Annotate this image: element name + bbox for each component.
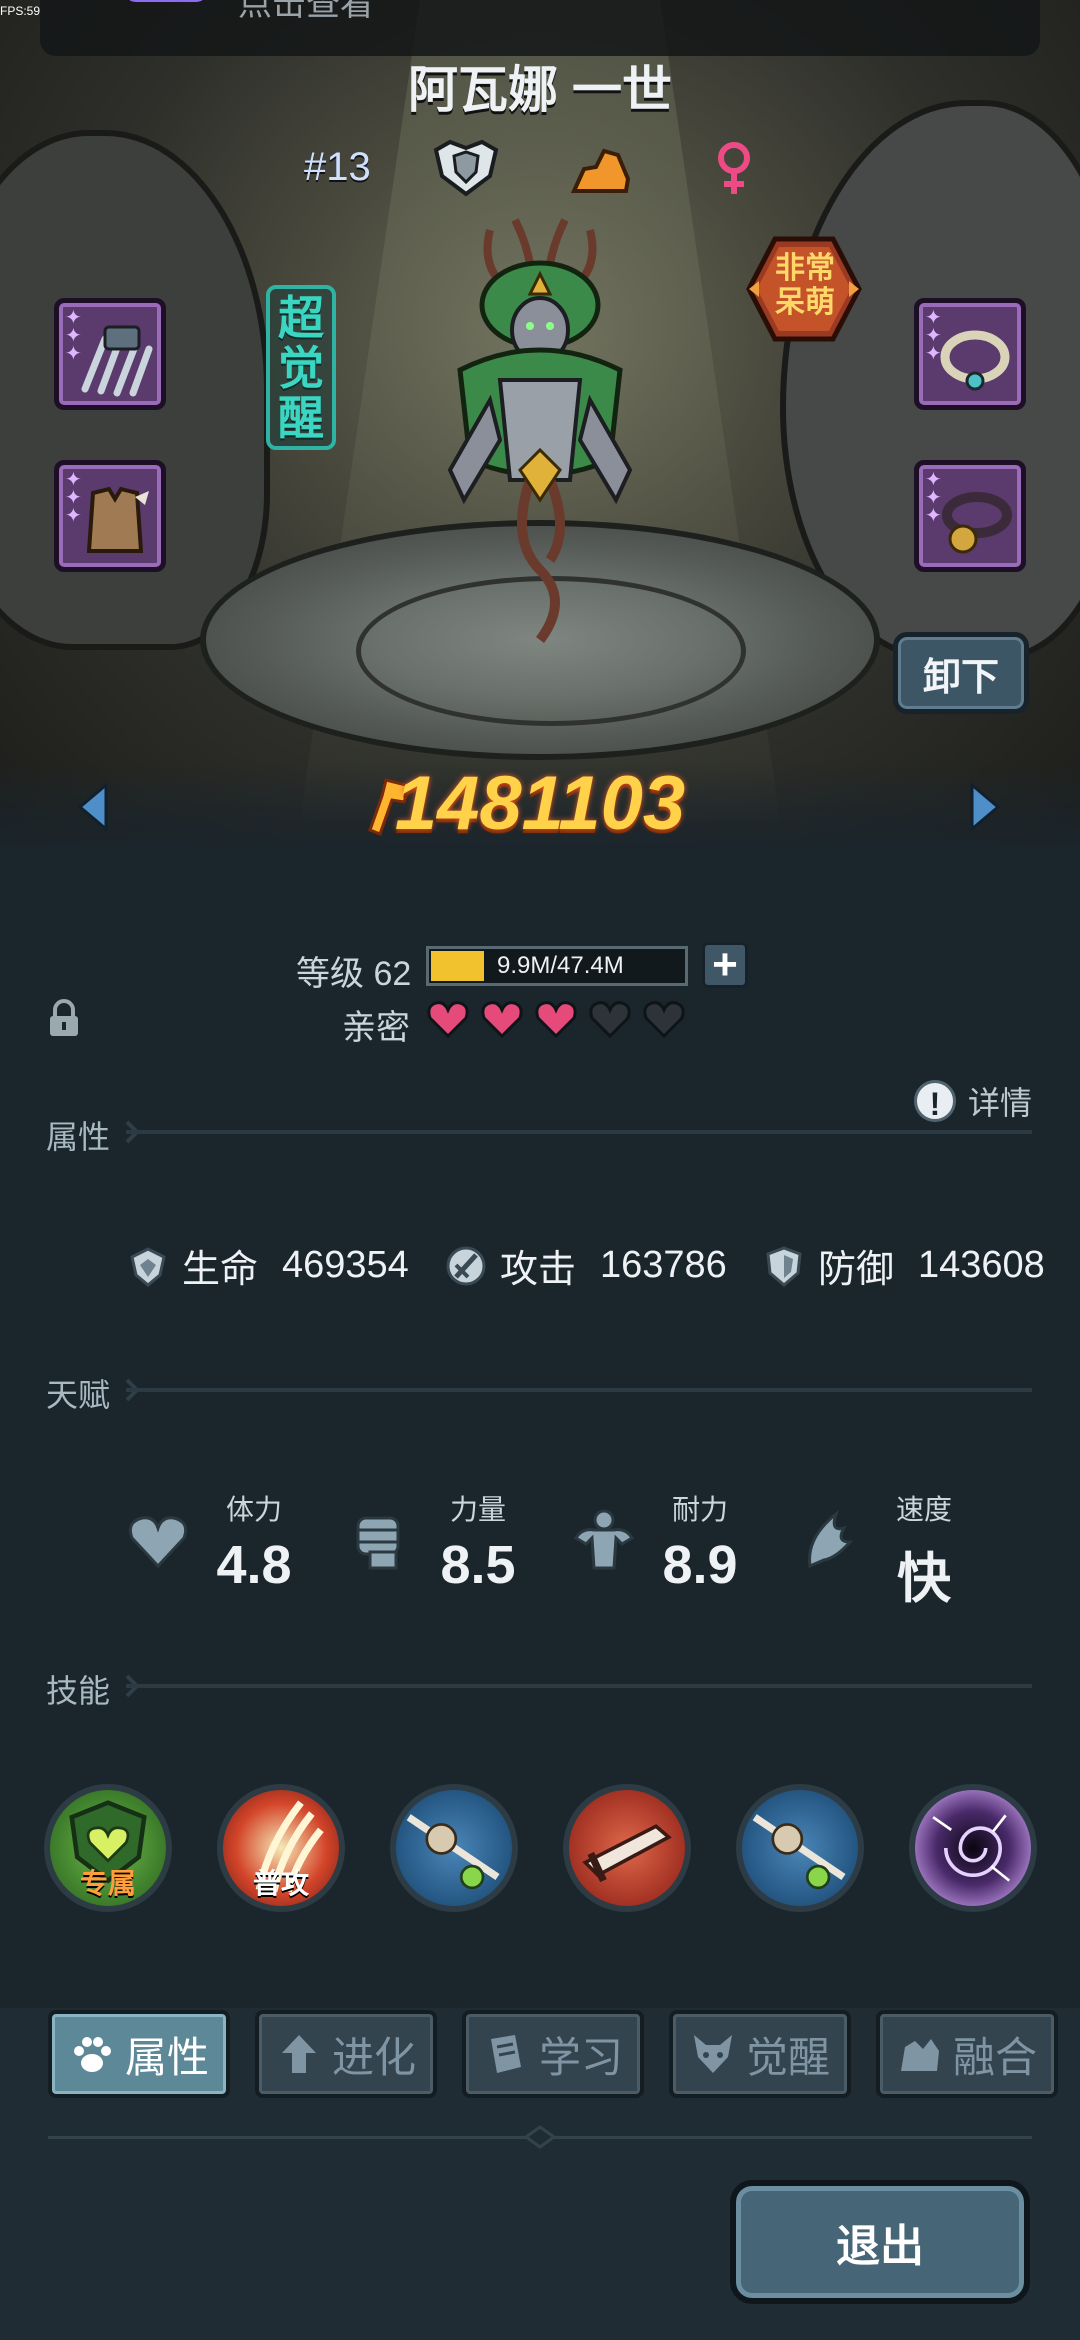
skill-exclusive-label: 专属 — [79, 1868, 136, 1899]
notification-text: 点击查看 — [238, 0, 374, 23]
necklace-icon — [940, 330, 1010, 391]
fps-counter: FPS:59 — [0, 4, 41, 18]
level-label: 等级 62 — [296, 955, 412, 993]
section-title-attributes: 属性 — [46, 1119, 111, 1155]
talent-endurance: 耐力 8.9 — [620, 1488, 780, 1596]
element-earth-icon[interactable] — [570, 145, 632, 195]
super-awaken-badge: 超 觉 醒 — [266, 285, 336, 450]
stat-attack-value: 163786 — [600, 1244, 727, 1286]
exit-button[interactable]: 退出 — [730, 2180, 1030, 2304]
lock-icon[interactable] — [46, 998, 82, 1038]
stat-hp: 生命 469354 — [128, 1238, 409, 1293]
stat-defense-name: 防御 — [818, 1249, 895, 1291]
hero-character[interactable] — [420, 210, 660, 650]
spear-skill-icon — [752, 1814, 846, 1890]
demon-icon — [693, 2035, 732, 2073]
xp-progress-fill — [431, 951, 484, 981]
tab-attributes-label: 属性 — [124, 2033, 209, 2081]
hero-scene: 点击查看 FPS:59 阿瓦娜 一世 #13 超 觉 醒 非常 呆萌 ✦ ✦ ✦… — [0, 0, 1080, 850]
intimacy-heart-icon — [643, 1001, 685, 1038]
stat-hp-value: 469354 — [282, 1244, 409, 1286]
tab-fusion-label: 融合 — [952, 2033, 1037, 2081]
arrow-up-icon — [281, 2035, 316, 2073]
hero-name: 阿瓦娜 一世 — [408, 62, 672, 118]
section-title-talents: 天赋 — [46, 1377, 111, 1413]
talent-strength: 力量 8.5 — [398, 1488, 558, 1596]
info-icon: ! — [914, 1080, 956, 1122]
bell-collar-icon — [942, 492, 1012, 554]
stat-defense-value: 143608 — [918, 1244, 1045, 1286]
spear-skill-icon — [406, 1814, 500, 1890]
intimacy-heart-icon — [535, 1001, 577, 1038]
shield-icon — [766, 1245, 802, 1287]
skill-exclusive[interactable]: 专属 — [44, 1784, 172, 1912]
intimacy-heart-icon — [427, 1001, 469, 1038]
cute-trait-text: 非常 呆萌 — [775, 252, 835, 319]
sword-icon — [446, 1246, 486, 1285]
intimacy-hearts — [426, 1000, 686, 1038]
sword-skill-icon — [582, 1824, 672, 1883]
claw-weapon-icon — [81, 325, 153, 397]
combat-power-value: 1481103 — [394, 761, 686, 846]
talent-stamina-value: 4.8 — [216, 1535, 292, 1595]
tab-awaken[interactable]: 觉醒 — [669, 2010, 851, 2098]
stat-attack: 攻击 163786 — [446, 1238, 727, 1293]
tab-awaken-label: 觉醒 — [745, 2033, 830, 2081]
heart-shield-icon — [130, 1246, 166, 1287]
paw-icon — [73, 2037, 111, 2072]
talent-stamina: 体力 4.8 — [174, 1488, 334, 1596]
skill-3[interactable] — [390, 1784, 518, 1912]
add-xp-button[interactable]: + — [702, 942, 748, 988]
intimacy-heart-icon — [589, 1001, 631, 1038]
detail-button[interactable]: ! 详情 — [914, 1078, 1032, 1124]
vortex-skill-icon — [932, 1814, 1011, 1882]
tab-evolve-label: 进化 — [331, 2033, 416, 2081]
notification-banner[interactable]: 点击查看 — [40, 0, 1040, 56]
intimacy-heart-icon — [481, 1001, 523, 1038]
stat-attack-name: 攻击 — [500, 1249, 577, 1291]
skill-4[interactable] — [563, 1784, 691, 1912]
stat-hp-name: 生命 — [182, 1249, 259, 1291]
class-shield-icon[interactable] — [430, 138, 502, 198]
female-gender-icon — [718, 142, 750, 194]
stat-defense: 防御 143608 — [764, 1238, 1045, 1293]
tab-fusion[interactable]: 融合 — [876, 2010, 1058, 2098]
section-title-skills: 技能 — [46, 1673, 111, 1709]
tab-learn[interactable]: 学习 — [462, 2010, 644, 2098]
intimacy-label: 亲密 — [342, 1009, 410, 1047]
xp-text: 9.9M/47.4M — [497, 952, 624, 979]
xp-progress-bar: 9.9M/47.4M — [426, 946, 688, 986]
skill-6[interactable] — [909, 1784, 1037, 1912]
fusion-icon — [900, 2039, 939, 2071]
unequip-button[interactable]: 卸下 — [893, 632, 1029, 714]
tab-attributes[interactable]: 属性 — [48, 2010, 230, 2098]
notification-app-icon — [124, 0, 208, 2]
divider-ornament-icon — [523, 2125, 557, 2149]
skill-normal-attack-label: 普攻 — [252, 1868, 309, 1899]
talent-endurance-value: 8.9 — [662, 1535, 738, 1595]
talent-strength-value: 8.5 — [440, 1535, 516, 1595]
hero-rank: #13 — [304, 145, 371, 189]
equip-slot-necklace[interactable]: ✦ ✦ ✦ — [914, 298, 1026, 410]
skill-normal-attack[interactable]: 普攻 — [217, 1784, 345, 1912]
equip-slot-weapon[interactable]: ✦ ✦ ✦ — [54, 298, 166, 410]
detail-label: 详情 — [968, 1085, 1033, 1121]
talent-speed-value: 快 — [897, 1549, 951, 1609]
equip-slot-collar[interactable]: ✦ ✦ ✦ — [914, 460, 1026, 572]
equip-slot-armor[interactable]: ✦ ✦ ✦ — [54, 460, 166, 572]
tab-evolve[interactable]: 进化 — [255, 2010, 437, 2098]
skill-5[interactable] — [736, 1784, 864, 1912]
tab-learn-label: 学习 — [538, 2033, 623, 2081]
book-icon — [490, 2035, 521, 2073]
talent-speed: 速度 快 — [844, 1488, 1004, 1613]
armor-vest-icon — [86, 486, 149, 553]
